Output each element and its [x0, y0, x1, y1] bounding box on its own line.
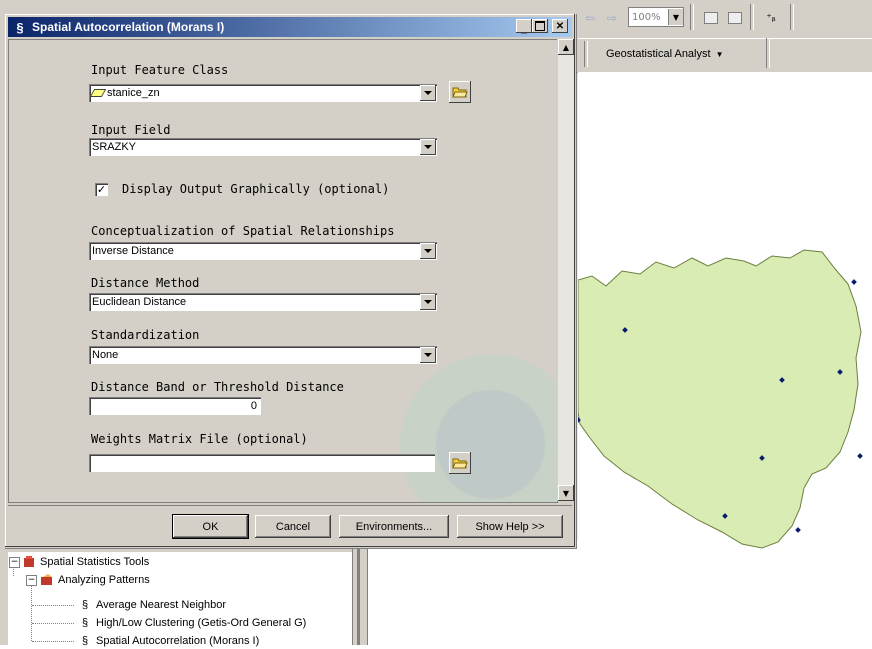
zoom-level-value: 100% — [632, 11, 661, 23]
collapse-toggle[interactable]: − — [9, 557, 20, 568]
tree-label: Analyzing Patterns — [58, 574, 150, 586]
input-feature-class-value: stanice_zn — [107, 87, 160, 99]
distance-band-input[interactable]: 0 — [89, 397, 261, 415]
input-field-value: SRAZKY — [92, 141, 137, 153]
environments-button[interactable]: Environments... — [339, 515, 449, 538]
tree-connector — [32, 641, 74, 642]
tree-label: High/Low Clustering (Getis-Ord General G… — [96, 617, 307, 629]
chevron-down-icon[interactable] — [420, 85, 436, 101]
maximize-button[interactable] — [532, 19, 548, 33]
toolbar-separator — [766, 38, 770, 68]
chevron-down-icon[interactable] — [420, 243, 436, 259]
conceptualization-label: Conceptualization of Spatial Relationshi… — [91, 224, 395, 238]
distance-method-value: Euclidean Distance — [92, 296, 187, 308]
layout-view-icon[interactable] — [700, 6, 722, 30]
toolbar-separator — [790, 4, 794, 30]
toolbar-separator — [750, 4, 754, 30]
chevron-down-icon[interactable] — [420, 347, 436, 363]
input-feature-class-label: Input Feature Class — [91, 63, 229, 77]
chevron-up-icon: ▲ — [562, 42, 570, 52]
chevron-down-icon[interactable] — [420, 294, 436, 310]
tree-connector — [31, 585, 32, 641]
chevron-down-icon: ▼ — [562, 488, 570, 498]
minimize-button[interactable]: _ — [516, 19, 532, 35]
input-field-combo[interactable]: SRAZKY — [89, 138, 437, 156]
tree-label: Spatial Autocorrelation (Morans I) — [96, 635, 260, 647]
minimize-icon: _ — [521, 23, 527, 35]
geostatistical-analyst-menu[interactable]: Geostatistical Analyst ▼ — [606, 44, 766, 64]
script-tool-icon: § — [16, 19, 24, 35]
tree-connector — [32, 623, 74, 624]
standardization-combo[interactable]: None — [89, 346, 437, 364]
tree-item-analyzing-patterns[interactable]: Analyzing Patterns — [40, 572, 150, 588]
forward-extent-icon[interactable]: ⇨ — [602, 6, 622, 30]
map-view[interactable] — [575, 72, 872, 645]
distance-band-label: Distance Band or Threshold Distance — [91, 380, 344, 394]
tree-item-average-nearest-neighbor[interactable]: § Average Nearest Neighbor — [78, 597, 226, 613]
region-polygon — [577, 249, 862, 549]
input-feature-class-combo[interactable]: stanice_zn — [89, 84, 437, 102]
tree-label: Spatial Statistics Tools — [40, 556, 150, 568]
zoom-level-combo[interactable]: 100% ▼ — [628, 7, 684, 27]
open-folder-icon — [452, 458, 468, 469]
vertical-scrollbar[interactable]: ▲ ▼ — [557, 39, 574, 501]
show-help-button[interactable]: Show Help >> — [457, 515, 563, 538]
distance-method-label: Distance Method — [91, 276, 200, 290]
open-folder-icon — [452, 87, 468, 98]
close-button[interactable]: ✕ — [552, 19, 568, 33]
conceptualization-value: Inverse Distance — [92, 245, 174, 257]
dialog-content: Input Feature Class stanice_zn Input Fie… — [8, 39, 558, 503]
tree-item-high-low-clustering[interactable]: § High/Low Clustering (Getis-Ord General… — [78, 615, 306, 631]
station-point — [795, 527, 801, 533]
standardization-value: None — [92, 349, 119, 361]
scroll-up-button[interactable]: ▲ — [558, 39, 574, 55]
station-point — [857, 453, 863, 459]
geostatistical-analyst-label: Geostatistical Analyst — [606, 48, 711, 60]
maximize-icon — [535, 21, 545, 31]
map-view-lower — [366, 540, 578, 645]
toolbox-icon — [22, 555, 36, 569]
checkmark-icon: ✓ — [96, 183, 107, 196]
chevron-down-icon: ▼ — [715, 49, 724, 59]
standardization-label: Standardization — [91, 328, 200, 342]
tree-label: Average Nearest Neighbor — [96, 599, 227, 611]
tree-connector — [32, 605, 74, 606]
toolbar-separator — [584, 41, 588, 67]
tree-item-spatial-statistics-tools[interactable]: Spatial Statistics Tools — [22, 554, 149, 570]
display-output-label: Display Output Graphically (optional) — [122, 182, 390, 196]
identify-tool-icon[interactable]: ⁺ᵦ — [758, 6, 784, 30]
map-canvas — [575, 249, 863, 549]
dialog-titlebar[interactable]: § Spatial Autocorrelation (Morans I) _ ✕ — [8, 17, 572, 37]
weights-matrix-input[interactable] — [89, 454, 435, 472]
cancel-button[interactable]: Cancel — [255, 515, 331, 538]
display-output-checkbox[interactable]: ✓ — [95, 183, 108, 196]
back-extent-icon[interactable]: ⇦ — [580, 6, 600, 30]
splitter-grip — [357, 548, 360, 645]
weights-matrix-label: Weights Matrix File (optional) — [91, 432, 308, 446]
input-field-label: Input Field — [91, 123, 171, 137]
station-point — [851, 279, 857, 285]
spatial-autocorrelation-dialog: § Spatial Autocorrelation (Morans I) _ ✕… — [4, 13, 576, 548]
ok-button[interactable]: OK — [172, 514, 249, 539]
script-tool-icon: § — [81, 617, 89, 629]
tree-item-spatial-autocorrelation[interactable]: § Spatial Autocorrelation (Morans I) — [78, 633, 259, 649]
chevron-down-icon[interactable]: ▼ — [668, 9, 683, 25]
chevron-down-icon[interactable] — [420, 139, 436, 155]
dialog-divider — [8, 505, 572, 506]
toolbar-separator — [690, 4, 694, 30]
distance-method-combo[interactable]: Euclidean Distance — [89, 293, 437, 311]
script-tool-icon: § — [81, 599, 89, 611]
toolbox-tree: − Spatial Statistics Tools − Analyzing P… — [8, 552, 352, 647]
script-tool-icon: § — [81, 635, 89, 647]
toolset-icon — [40, 573, 54, 587]
close-icon: ✕ — [555, 20, 565, 32]
scroll-down-button[interactable]: ▼ — [558, 485, 574, 501]
browse-feature-class-button[interactable] — [449, 81, 471, 103]
browse-weights-matrix-button[interactable] — [449, 452, 471, 474]
distance-band-value: 0 — [250, 400, 257, 412]
panel-splitter[interactable] — [352, 548, 368, 645]
dialog-title: Spatial Autocorrelation (Morans I) — [32, 20, 225, 34]
data-view-icon[interactable] — [724, 6, 746, 30]
conceptualization-combo[interactable]: Inverse Distance — [89, 242, 437, 260]
